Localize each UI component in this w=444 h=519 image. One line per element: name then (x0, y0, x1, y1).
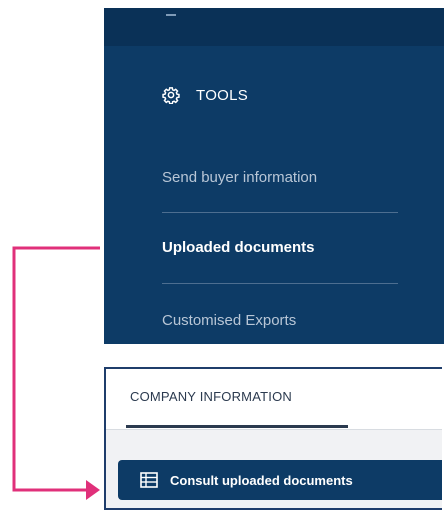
consult-button-label: Consult uploaded documents (170, 472, 353, 488)
tools-section-title: TOOLS (196, 86, 249, 104)
tools-section-header: TOOLS (162, 83, 248, 107)
gear-icon (162, 87, 180, 104)
sidebar-item-send-buyer-information[interactable]: Send buyer information (162, 169, 317, 186)
tab-bar: COMPANY INFORMATION (106, 369, 442, 430)
tab-company-information[interactable]: COMPANY INFORMATION (130, 389, 292, 404)
active-tab-indicator (126, 425, 348, 428)
arrow-head-icon (86, 480, 100, 500)
company-information-panel: COMPANY INFORMATION Consult uploaded doc… (104, 367, 442, 510)
sidebar-menu: TOOLS Send buyer information Uploaded do… (104, 8, 444, 344)
menu-icon (166, 8, 176, 16)
sidebar-divider (162, 212, 398, 213)
consult-uploaded-documents-button[interactable]: Consult uploaded documents (118, 460, 442, 500)
sidebar-divider (162, 283, 398, 284)
sidebar-item-customised-exports[interactable]: Customised Exports (162, 312, 296, 329)
sidebar-item-uploaded-documents[interactable]: Uploaded documents (162, 239, 315, 256)
table-icon (140, 472, 158, 488)
sidebar-top-bar (104, 8, 444, 46)
